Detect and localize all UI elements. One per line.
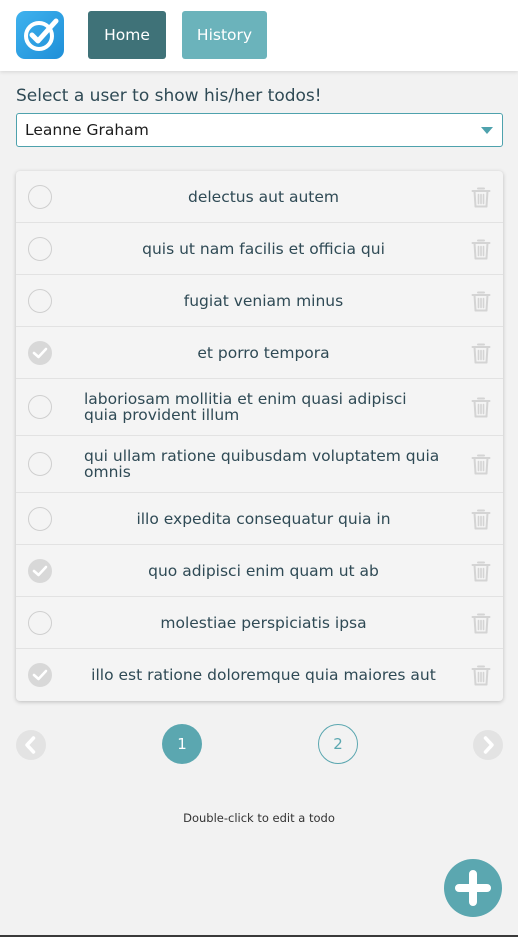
chevron-left-icon bbox=[25, 736, 36, 754]
todo-item[interactable]: et porro tempora bbox=[16, 327, 503, 379]
todo-item[interactable]: molestiae perspiciatis ipsa bbox=[16, 597, 503, 649]
circle-check-icon[interactable] bbox=[28, 506, 52, 531]
trash-icon[interactable] bbox=[471, 664, 491, 686]
todo-item[interactable]: fugiat veniam minus bbox=[16, 275, 503, 327]
user-select-label: Select a user to show his/her todos! bbox=[16, 86, 322, 106]
circle-check-icon[interactable] bbox=[28, 558, 52, 583]
top-header: Home History bbox=[0, 0, 518, 71]
circle-check-icon[interactable] bbox=[28, 610, 52, 635]
todo-item[interactable]: quo adipisci enim quam ut ab bbox=[16, 545, 503, 597]
next-page-button[interactable] bbox=[473, 730, 503, 760]
nav-history-button[interactable]: History bbox=[182, 11, 267, 59]
circle-check-icon[interactable] bbox=[28, 452, 52, 476]
todo-title[interactable]: laboriosam mollitia et enim quasi adipis… bbox=[84, 391, 443, 423]
prev-page-button[interactable] bbox=[16, 730, 46, 760]
todo-list: delectus aut autem quis ut nam facilis et… bbox=[16, 171, 503, 701]
circle-check-icon[interactable] bbox=[28, 663, 52, 687]
todo-item[interactable]: illo expedita consequatur quia in bbox=[16, 493, 503, 545]
trash-icon[interactable] bbox=[471, 290, 491, 312]
add-todo-button[interactable] bbox=[444, 859, 502, 917]
todo-title[interactable]: quis ut nam facilis et officia qui bbox=[84, 241, 443, 257]
todo-title[interactable]: illo est ratione doloremque quia maiores… bbox=[84, 667, 443, 683]
trash-icon[interactable] bbox=[471, 238, 491, 260]
trash-icon[interactable] bbox=[471, 508, 491, 530]
todo-item[interactable]: qui ullam ratione quibusdam voluptatem q… bbox=[16, 436, 503, 493]
circle-check-icon[interactable] bbox=[28, 236, 52, 261]
page-1-button[interactable]: 1 bbox=[162, 724, 202, 764]
todo-title[interactable]: delectus aut autem bbox=[84, 189, 443, 205]
plus-icon bbox=[455, 870, 491, 906]
todo-title[interactable]: molestiae perspiciatis ipsa bbox=[84, 615, 443, 631]
chevron-right-icon bbox=[483, 736, 494, 754]
trash-icon[interactable] bbox=[471, 186, 491, 208]
todo-title[interactable]: illo expedita consequatur quia in bbox=[84, 511, 443, 527]
todo-item[interactable]: laboriosam mollitia et enim quasi adipis… bbox=[16, 379, 503, 436]
circle-check-icon[interactable] bbox=[28, 395, 52, 419]
trash-icon[interactable] bbox=[471, 342, 491, 364]
trash-icon[interactable] bbox=[471, 396, 491, 418]
trash-icon[interactable] bbox=[471, 560, 491, 582]
todo-title[interactable]: fugiat veniam minus bbox=[84, 293, 443, 309]
todo-item[interactable]: quis ut nam facilis et officia qui bbox=[16, 223, 503, 275]
circle-check-icon[interactable] bbox=[28, 288, 52, 313]
todo-item[interactable]: illo est ratione doloremque quia maiores… bbox=[16, 649, 503, 701]
page-2-button[interactable]: 2 bbox=[318, 724, 358, 764]
circle-check-icon[interactable] bbox=[28, 184, 52, 209]
user-select-value: Leanne Graham bbox=[25, 121, 149, 139]
todo-title[interactable]: et porro tempora bbox=[84, 345, 443, 361]
trash-icon[interactable] bbox=[471, 453, 491, 475]
circle-check-icon[interactable] bbox=[28, 340, 52, 365]
todo-title[interactable]: quo adipisci enim quam ut ab bbox=[84, 563, 443, 579]
user-select[interactable]: Leanne Graham bbox=[16, 113, 503, 147]
trash-icon[interactable] bbox=[471, 612, 491, 634]
todo-title[interactable]: qui ullam ratione quibusdam voluptatem q… bbox=[84, 448, 443, 480]
app-logo-icon[interactable] bbox=[16, 11, 64, 59]
todo-item[interactable]: delectus aut autem bbox=[16, 171, 503, 223]
caret-down-icon bbox=[481, 127, 493, 134]
nav-home-button[interactable]: Home bbox=[88, 11, 166, 59]
edit-hint: Double-click to edit a todo bbox=[183, 811, 335, 825]
